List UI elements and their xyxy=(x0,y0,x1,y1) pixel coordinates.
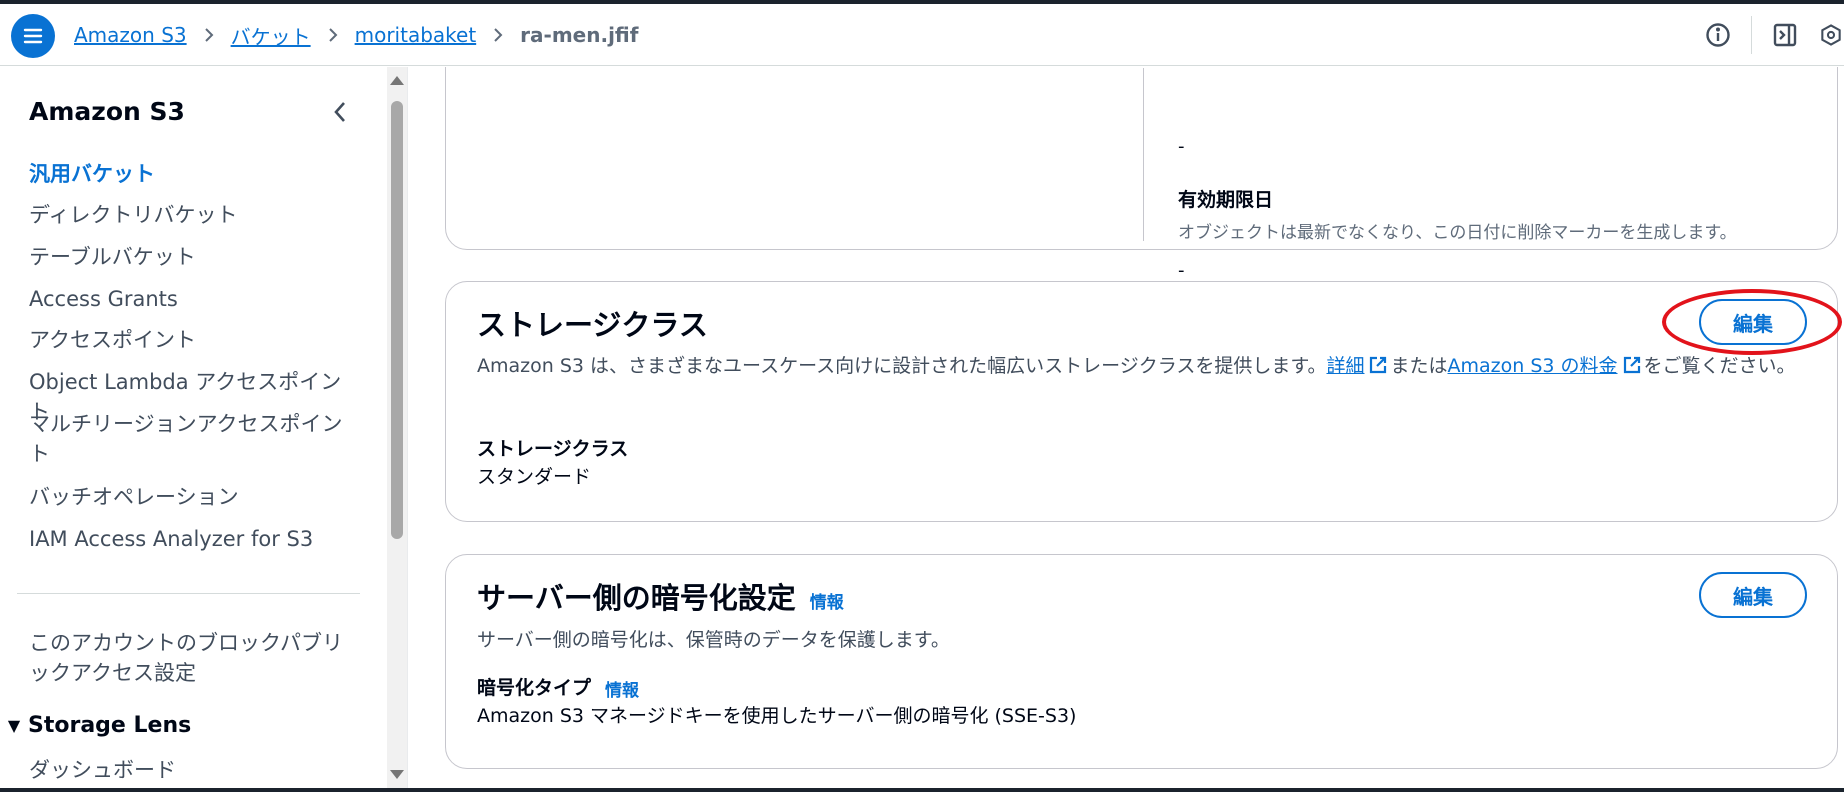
top-navigation: Amazon S3 バケット moritabaket ra-men.jfif xyxy=(0,4,1844,66)
sidebar-title: Amazon S3 xyxy=(29,97,185,126)
storage-class-description: Amazon S3 は、さまざまなユースケース向けに設計された幅広いストレージク… xyxy=(477,351,1807,382)
storage-class-field-value: スタンダード xyxy=(477,466,592,488)
caret-down-icon: ▼ xyxy=(7,716,21,735)
breadcrumb: Amazon S3 バケット moritabaket ra-men.jfif xyxy=(74,4,638,66)
expiry-date-description: オブジェクトは最新でなくなり、この日付に削除マーカーを生成します。 xyxy=(1178,223,1737,243)
chevron-left-icon[interactable] xyxy=(328,97,352,127)
encryption-type-label-text: 暗号化タイプ xyxy=(477,677,592,699)
storage-class-desc-end: をご覧ください。 xyxy=(1643,355,1796,377)
expiry-date-label: 有効期限日 xyxy=(1178,189,1274,211)
settings-hexagon-icon[interactable] xyxy=(1818,20,1844,50)
side-panel-icon[interactable] xyxy=(1770,20,1800,50)
sidebar-item-access-grants[interactable]: Access Grants xyxy=(29,284,359,314)
storage-class-desc-or: または xyxy=(1390,355,1448,377)
storage-class-edit-button[interactable]: 編集 xyxy=(1699,299,1807,345)
scroll-up-icon[interactable] xyxy=(390,76,404,85)
lifecycle-card: - 有効期限日 オブジェクトは最新でなくなり、この日付に削除マーカーを生成します… xyxy=(445,67,1838,250)
storage-class-card: ストレージクラス 編集 Amazon S3 は、さまざまなユースケース向けに設計… xyxy=(445,281,1838,522)
sidebar-item-directory-buckets[interactable]: ディレクトリバケット xyxy=(29,200,359,230)
info-icon[interactable] xyxy=(1703,20,1733,50)
encryption-type-value: Amazon S3 マネージドキーを使用したサーバー側の暗号化 (SSE-S3) xyxy=(477,705,1077,727)
header-tools xyxy=(1703,4,1844,66)
sidebar-divider xyxy=(17,593,360,594)
sidebar-item-dashboards[interactable]: ダッシュボード xyxy=(29,755,359,785)
details-link[interactable]: 詳細 xyxy=(1326,355,1364,377)
storage-class-title: ストレージクラス xyxy=(477,308,708,342)
expiry-date-value: - xyxy=(1178,260,1185,281)
sidebar-section-label: Storage Lens xyxy=(28,713,192,738)
lifecycle-value: - xyxy=(1178,136,1185,157)
sidebar-item-iam-access-analyzer[interactable]: IAM Access Analyzer for S3 xyxy=(29,524,359,554)
chevron-right-icon xyxy=(187,28,231,42)
encryption-type-info-link[interactable]: 情報 xyxy=(605,681,639,701)
scroll-thumb[interactable] xyxy=(391,101,403,539)
sidebar-item-multi-region[interactable]: マルチリージョンアクセスポイント xyxy=(29,409,359,469)
menu-icon[interactable] xyxy=(11,14,55,58)
side-navigation: Amazon S3 汎用バケット ディレクトリバケット テーブルバケット Acc… xyxy=(0,67,408,788)
chevron-right-icon xyxy=(311,28,355,42)
encryption-title-text: サーバー側の暗号化設定 xyxy=(477,581,796,615)
external-link-icon xyxy=(1623,356,1640,374)
sidebar-item-general-buckets[interactable]: 汎用バケット xyxy=(29,159,359,189)
encryption-card: サーバー側の暗号化設定 情報 編集 サーバー側の暗号化は、保管時のデータを保護しま… xyxy=(445,554,1838,769)
encryption-info-link[interactable]: 情報 xyxy=(810,593,844,613)
encryption-title: サーバー側の暗号化設定 情報 xyxy=(477,575,844,617)
storage-class-desc-text: Amazon S3 は、さまざまなユースケース向けに設計された幅広いストレージク… xyxy=(477,355,1327,377)
breadcrumb-current-object: ra-men.jfif xyxy=(520,23,639,47)
scroll-down-icon[interactable] xyxy=(390,770,404,779)
encryption-type-label: 暗号化タイプ 情報 xyxy=(477,673,639,701)
storage-class-field-label: ストレージクラス xyxy=(477,438,629,460)
chevron-right-icon xyxy=(476,28,520,42)
sidebar-item-batch-operations[interactable]: バッチオペレーション xyxy=(29,482,359,512)
pricing-link[interactable]: Amazon S3 の料金 xyxy=(1448,355,1618,377)
header-divider xyxy=(1751,16,1752,54)
sidebar-section-storage-lens[interactable]: ▼ Storage Lens xyxy=(0,713,191,738)
encryption-description: サーバー側の暗号化は、保管時のデータを保護します。 xyxy=(477,629,950,651)
column-divider xyxy=(1143,68,1144,241)
breadcrumb-amazon-s3[interactable]: Amazon S3 xyxy=(74,23,187,47)
breadcrumb-bucket-name[interactable]: moritabaket xyxy=(355,23,477,47)
sidebar-item-access-points[interactable]: アクセスポイント xyxy=(29,325,359,355)
sidebar-scrollbar[interactable] xyxy=(387,67,407,788)
encryption-edit-button[interactable]: 編集 xyxy=(1699,572,1807,618)
sidebar-item-block-public-access[interactable]: このアカウントのブロックパブリックアクセス設定 xyxy=(29,628,359,688)
breadcrumb-buckets[interactable]: バケット xyxy=(231,21,311,50)
main-content: - 有効期限日 オブジェクトは最新でなくなり、この日付に削除マーカーを生成します… xyxy=(408,67,1844,788)
window-bottom-border xyxy=(0,788,1844,792)
external-link-icon xyxy=(1370,356,1387,374)
sidebar-item-table-buckets[interactable]: テーブルバケット xyxy=(29,242,359,272)
